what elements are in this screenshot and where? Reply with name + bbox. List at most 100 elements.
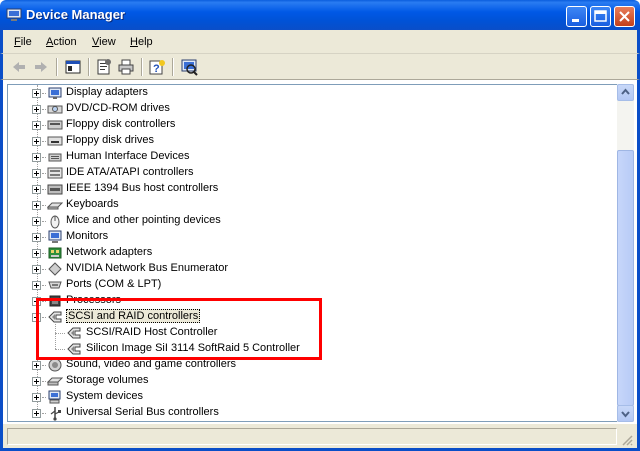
expand-icon[interactable] [32,201,41,210]
expand-icon[interactable] [32,249,41,258]
tree-category-item[interactable]: IEEE 1394 Bus host controllers [8,181,598,197]
help-icon[interactable]: ? [148,58,166,76]
expand-icon[interactable] [32,377,41,386]
tree-item-label: Ports (COM & LPT) [66,278,162,290]
port-icon [48,281,62,289]
expand-icon[interactable] [32,121,41,130]
tree-item-label: Monitors [66,230,109,242]
device-tree[interactable]: Display adapters DVD/CD-ROM drives Floppy … [7,84,617,422]
tree-item-label: NVIDIA Network Bus Enumerator [66,262,229,274]
toolbar-separator [172,58,174,76]
vertical-scrollbar[interactable] [617,84,634,422]
scan-hardware-icon[interactable] [180,58,198,76]
resize-grip-icon[interactable] [621,434,633,446]
expand-icon[interactable] [32,393,41,402]
tree-item-label: Storage volumes [66,374,149,386]
tree-item-label: DVD/CD-ROM drives [66,102,170,114]
floppy-drive-icon [47,136,63,146]
storage-volume-icon [47,377,63,386]
toolbar-separator [141,58,143,76]
tree-item-label: IEEE 1394 Bus host controllers [66,182,219,194]
menu-view[interactable]: View [92,36,116,48]
maximize-button[interactable] [590,6,611,27]
tree-category-item[interactable]: Floppy disk drives [8,133,598,149]
expand-icon[interactable] [32,233,41,242]
tree-connector [42,173,46,174]
back-icon[interactable] [10,58,28,76]
toolbar-separator [56,58,58,76]
menu-action[interactable]: Action [46,36,77,48]
bus-enumerator-icon [48,262,62,276]
tree-category-item[interactable]: NVIDIA Network Bus Enumerator [8,261,598,277]
floppy-controller-icon [47,120,63,130]
tree-item-label: System devices [66,390,144,402]
tree-item-label: Universal Serial Bus controllers [66,406,219,418]
expand-icon[interactable] [32,265,41,274]
tree-item-label: Keyboards [66,198,119,210]
tree-connector [42,397,46,398]
tree-connector [42,93,46,94]
tree-item-label: Floppy disk drives [66,134,155,146]
tree-connector [42,189,46,190]
title-bar: Device Manager [0,0,640,30]
tree-category-item[interactable]: Mice and other pointing devices [8,213,598,229]
tree-connector [42,141,46,142]
tree-category-item[interactable]: System devices [8,389,598,405]
expand-icon[interactable] [32,137,41,146]
expand-icon[interactable] [32,217,41,226]
tree-connector [42,413,46,414]
device-tree-panel: Display adapters DVD/CD-ROM drives Floppy … [0,80,640,424]
window-title: Device Manager [26,7,125,22]
expand-icon[interactable] [32,89,41,98]
chevron-down-icon [621,411,630,418]
tree-category-item[interactable]: IDE ATA/ATAPI controllers [8,165,598,181]
scroll-up-button[interactable] [617,84,634,101]
expand-icon[interactable] [32,361,41,370]
expand-icon[interactable] [32,105,41,114]
scroll-down-button[interactable] [617,405,634,422]
expand-icon[interactable] [32,409,41,418]
tree-category-item[interactable]: Ports (COM & LPT) [8,277,598,293]
system-device-icon [48,390,61,404]
tree-category-item[interactable]: Monitors [8,229,598,245]
properties-icon[interactable] [95,58,113,76]
menu-bar: File Action View Help [0,30,640,54]
tree-category-item[interactable]: Floppy disk controllers [8,117,598,133]
tree-item-label: Display adapters [66,86,148,98]
tree-item-label: IDE ATA/ATAPI controllers [66,166,194,178]
show-hide-console-tree-icon[interactable] [64,58,82,76]
minimize-button[interactable] [566,6,587,27]
forward-icon[interactable] [32,58,50,76]
tree-category-item[interactable]: DVD/CD-ROM drives [8,101,598,117]
expand-icon[interactable] [32,153,41,162]
tree-category-item[interactable]: Display adapters [8,85,598,101]
tree-category-item[interactable]: Keyboards [8,197,598,213]
tree-connector [42,205,46,206]
menu-help[interactable]: Help [130,36,153,48]
expand-icon[interactable] [32,281,41,290]
close-button[interactable] [614,6,635,27]
tree-connector [42,269,46,270]
tree-category-item[interactable]: Storage volumes [8,373,598,389]
expand-icon[interactable] [32,185,41,194]
usb-icon [50,407,61,421]
cd-drive-icon [47,105,63,114]
tree-category-item[interactable]: Human Interface Devices [8,149,598,165]
tree-item-label: Floppy disk controllers [66,118,176,130]
tree-item-label: Human Interface Devices [66,150,190,162]
scroll-thumb[interactable] [617,150,634,406]
tree-connector [42,109,46,110]
menu-file[interactable]: File [14,36,32,48]
print-icon[interactable] [117,58,135,76]
tree-connector [42,365,46,366]
status-text [7,428,617,445]
ide-controller-icon [47,167,63,179]
tree-connector [42,285,46,286]
tree-connector [42,237,46,238]
tree-connector [42,253,46,254]
toolbar: ? [0,54,640,80]
tree-category-item[interactable]: Universal Serial Bus controllers [8,405,598,421]
tree-category-item[interactable]: Network adapters [8,245,598,261]
ieee1394-icon [47,184,63,195]
expand-icon[interactable] [32,169,41,178]
